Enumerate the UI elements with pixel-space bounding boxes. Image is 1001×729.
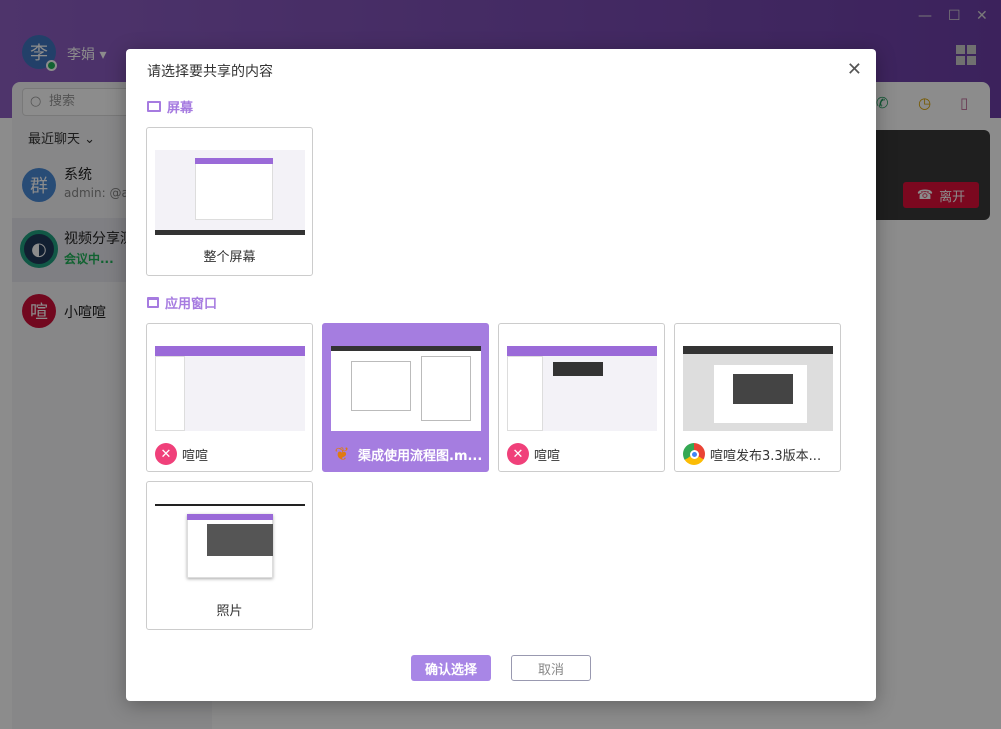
screen-section-header: 屏幕 [147, 97, 193, 116]
window-section-header: 应用窗口 [147, 293, 217, 312]
dialog-title: 请选择要共享的内容 [147, 64, 273, 80]
card-label: 整个屏幕 [203, 250, 256, 265]
xuanxuan-icon: ✕ [507, 443, 529, 465]
window-card[interactable]: ✕ 喧喧 [146, 323, 313, 472]
window-card[interactable]: 照片 [146, 481, 313, 630]
window-card[interactable]: ✕ 喧喧 [498, 323, 665, 472]
section-label: 屏幕 [167, 101, 194, 116]
chrome-icon [683, 443, 705, 465]
window-thumbnail [155, 504, 305, 589]
close-icon[interactable]: ✕ [847, 59, 862, 80]
screen-thumbnail [155, 150, 305, 235]
card-label: 喧喧 [182, 448, 209, 464]
xuanxuan-icon: ✕ [155, 443, 177, 465]
window-thumbnail [155, 346, 305, 431]
window-thumbnail [507, 346, 657, 431]
card-label: 渠成使用流程图.m... [358, 448, 482, 464]
card-label: 照片 [216, 604, 243, 619]
cancel-button[interactable]: 取消 [511, 655, 591, 681]
butterfly-icon: ❦ [334, 443, 350, 465]
share-dialog: 请选择要共享的内容 ✕ 屏幕 整个屏幕 应用窗口 ✕ 喧喧 ❦ 渠成使用流程图.m.… [126, 49, 876, 701]
card-label: 喧喧发布3.3版本... [710, 448, 822, 464]
window-card[interactable]: 喧喧发布3.3版本... [674, 323, 841, 472]
section-label: 应用窗口 [165, 297, 218, 312]
screen-card-entire[interactable]: 整个屏幕 [146, 127, 313, 276]
confirm-button[interactable]: 确认选择 [411, 655, 491, 681]
window-card-selected[interactable]: ❦ 渠成使用流程图.m... [322, 323, 489, 472]
window-thumbnail [683, 346, 833, 431]
card-label: 喧喧 [534, 448, 561, 464]
window-icon [147, 297, 159, 308]
monitor-icon [147, 101, 161, 112]
window-thumbnail [331, 346, 481, 431]
